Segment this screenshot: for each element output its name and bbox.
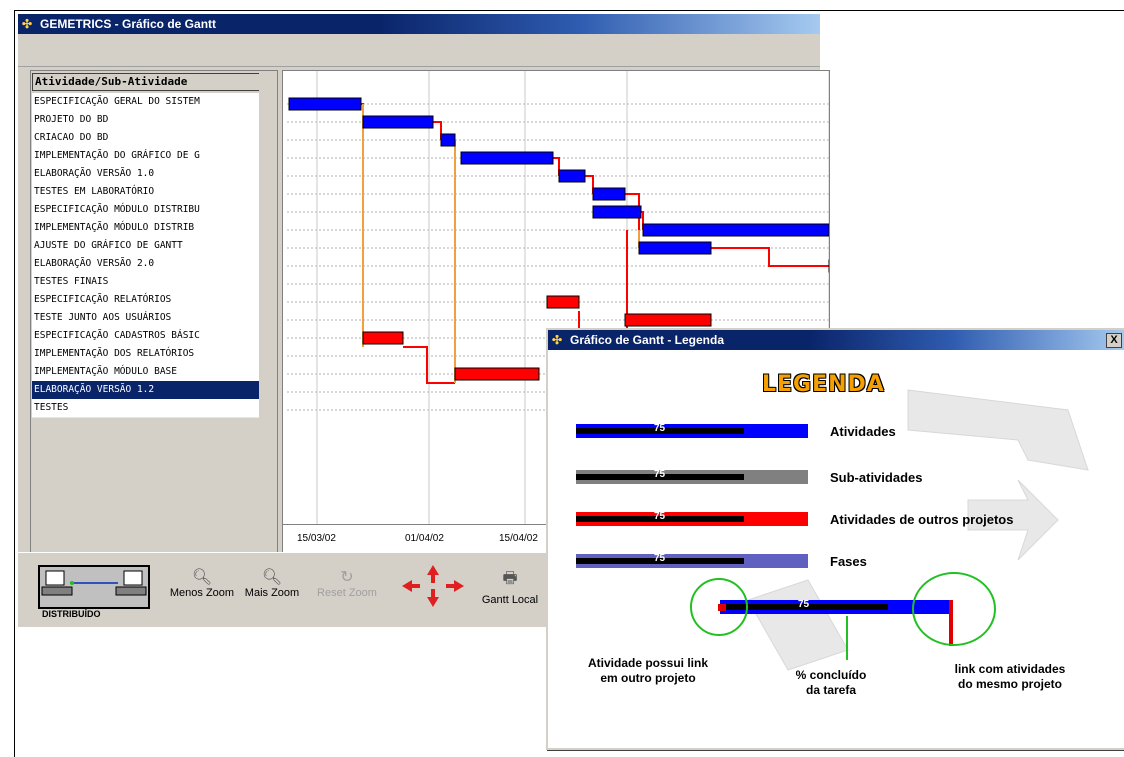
frame-border-top (14, 10, 1124, 11)
gantt-local-button[interactable]: 🖶︎ Gantt Local (478, 567, 542, 606)
tree-row[interactable]: IMPLEMENTAÇÃO MÓDULO BASE (32, 363, 260, 382)
activity-bar (440, 133, 456, 147)
tree-row[interactable]: PROJETO DO BD (32, 111, 260, 130)
tree-row[interactable]: CRIACAO DO BD (32, 129, 260, 148)
dependency-link (553, 157, 560, 176)
pan-arrows-icon[interactable] (398, 563, 468, 609)
tree-row[interactable]: ESPECIFICAÇÃO GERAL DO SISTEM (32, 93, 260, 112)
tree-row[interactable]: IMPLEMENTAÇÃO MÓDULO DISTRIB (32, 219, 260, 238)
activity-bar (460, 151, 554, 165)
activity-bar (642, 223, 830, 237)
legend-bar-sub-atividades: 75 (576, 469, 808, 484)
legend-body: LEGENDA 75 Atividades 75 Sub-atividades … (548, 350, 1124, 748)
reset-zoom-label: Reset Zoom (317, 587, 377, 599)
other-project-bar (454, 367, 540, 381)
highlight-circle-left (690, 578, 748, 636)
legend-bar-atividades: 75 (576, 423, 808, 438)
date-tick: 01/04/02 (405, 533, 444, 544)
other-project-bar (624, 313, 712, 327)
zoom-out-icon: 🔍︎ (191, 569, 213, 586)
legend-label-sub-atividades: Sub-atividades (830, 470, 923, 485)
tree-row[interactable]: ESPECIFICAÇÃO MÓDULO DISTRIBU (32, 201, 260, 220)
highlight-circle-right (912, 572, 996, 646)
caption-link-other-project: Atividade possui link em outro projeto (587, 656, 709, 685)
legend-bar-fases: 75 (576, 553, 808, 568)
legend-titlebar[interactable]: ✣ Gráfico de Gantt - Legenda X (548, 330, 1124, 350)
tree-row[interactable]: IMPLEMENTAÇÃO DO GRÁFICO DE G (32, 147, 260, 166)
legend-percent: 75 (654, 553, 666, 564)
tree-row[interactable]: TESTES FINAIS (32, 273, 260, 292)
distribuido-label: DISTRIBUÍDO (42, 609, 101, 619)
activity-bar (638, 241, 712, 255)
close-button[interactable]: X (1106, 333, 1122, 348)
network-computers-icon (41, 570, 147, 596)
other-project-bar (546, 295, 580, 309)
app-icon: ✣ (22, 17, 33, 31)
gantt-local-label: Gantt Local (481, 594, 539, 606)
activity-bar (592, 205, 642, 219)
legend-app-icon: ✣ (552, 333, 563, 347)
legend-label-atividades: Atividades (830, 424, 896, 439)
reset-zoom-icon: ↻ (340, 569, 354, 586)
tree-header: Atividade/Sub-Atividade (32, 73, 260, 91)
legend-percent: 75 (654, 511, 666, 522)
date-tick: 15/03/02 (297, 533, 336, 544)
zoom-out-label: Menos Zoom (169, 587, 235, 599)
legend-label-fases: Fases (830, 554, 867, 569)
activity-bar (558, 169, 586, 183)
tree-row[interactable]: IMPLEMENTAÇÃO DOS RELATÓRIOS (32, 345, 260, 364)
legend-label-outros-projetos: Atividades de outros projetos (830, 512, 1014, 527)
caption-link-same-project: link com atividades do mesmo projeto (954, 662, 1066, 691)
legend-bar-outros-projetos: 75 (576, 511, 808, 526)
dependency-link (433, 121, 442, 140)
caption-percent-done: % concluído da tarefa (795, 668, 867, 697)
tree-row[interactable]: AJUSTE DO GRÁFICO DE GANTT (32, 237, 260, 256)
activity-bar (362, 115, 434, 129)
zoom-out-button[interactable]: 🔍︎ Menos Zoom (162, 567, 242, 599)
tree-row[interactable]: TESTE JUNTO AOS USUÁRIOS (32, 309, 260, 328)
tree-row[interactable]: ELABORAÇÃO VERSÃO 1.2 (32, 381, 260, 400)
legend-dialog: ✣ Gráfico de Gantt - Legenda X LEGENDA 7… (546, 328, 1124, 750)
distribuido-button[interactable] (38, 565, 150, 609)
activity-tree: Atividade/Sub-Atividade ESPECIFICAÇÃO GE… (30, 70, 278, 596)
other-project-bar (362, 331, 404, 345)
activity-bar (288, 97, 362, 111)
legend-title: Gráfico de Gantt - Legenda (570, 333, 725, 347)
reset-zoom-button[interactable]: ↻ Reset Zoom (312, 567, 382, 599)
example-percent: 75 (798, 599, 810, 610)
tree-row[interactable]: ELABORAÇÃO VERSÃO 1.0 (32, 165, 260, 184)
dependency-link (585, 175, 594, 194)
tree-row[interactable]: ESPECIFICAÇÃO RELATÓRIOS (32, 291, 260, 310)
legend-heading: LEGENDA (762, 372, 885, 397)
tree-scroll-gutter[interactable] (259, 71, 277, 553)
legend-percent: 75 (654, 469, 666, 480)
activity-bar (592, 187, 626, 201)
frame-border-left (14, 10, 15, 757)
date-tick: 15/04/02 (499, 533, 538, 544)
dependency-link (711, 247, 829, 267)
tree-row[interactable]: ELABORAÇÃO VERSÃO 2.0 (32, 255, 260, 274)
zoom-in-label: Mais Zoom (244, 587, 300, 599)
zoom-in-button[interactable]: 🔍︎ Mais Zoom (242, 567, 302, 599)
tree-row[interactable]: TESTES EM LABORATÓRIO (32, 183, 260, 202)
tree-row[interactable]: ESPECIFICAÇÃO CADASTROS BÁSIC (32, 327, 260, 346)
tree-row[interactable]: TESTES (32, 399, 260, 418)
zoom-in-icon: 🔍︎ (261, 569, 283, 586)
printer-icon: 🖶︎ (502, 570, 518, 587)
main-titlebar[interactable]: ✣ GEMETRICS - Gráfico de Gantt (18, 14, 820, 34)
legend-percent: 75 (654, 423, 666, 434)
percent-pointer-line (846, 616, 848, 660)
menu-strip (18, 34, 820, 67)
main-window-title: GEMETRICS - Gráfico de Gantt (40, 17, 217, 31)
